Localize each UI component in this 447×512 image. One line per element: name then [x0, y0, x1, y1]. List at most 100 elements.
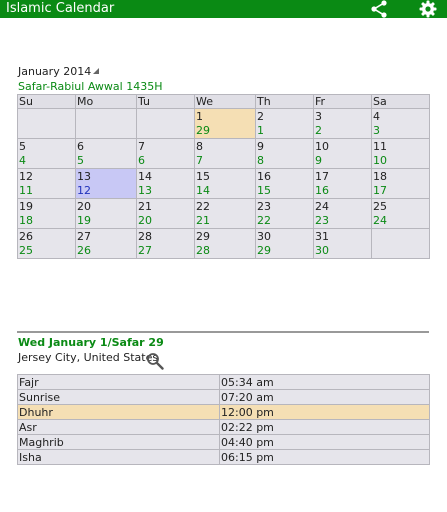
- gregorian-day: 27: [77, 230, 91, 243]
- share-icon[interactable]: [369, 0, 389, 18]
- gear-icon[interactable]: [419, 0, 437, 18]
- calendar-week-row: 12 11 13 12 14 13 15 14 16 15 17 16 18 17: [17, 168, 430, 199]
- gregorian-day: 23: [257, 200, 271, 213]
- calendar-week-row: 1 29 2 1 3 2 4 3: [17, 108, 430, 139]
- gregorian-day: 19: [19, 200, 33, 213]
- divider: [17, 331, 429, 333]
- calendar-day-cell[interactable]: 24 23: [313, 198, 372, 229]
- calendar-day-cell[interactable]: 28 27: [136, 228, 195, 259]
- hijri-day: 27: [138, 244, 152, 257]
- selected-date-label: Wed January 1/Safar 29: [18, 336, 164, 349]
- gregorian-day: 7: [138, 140, 145, 153]
- gregorian-day: 31: [315, 230, 329, 243]
- calendar-day-cell[interactable]: 23 22: [255, 198, 314, 229]
- prayer-name: Maghrib: [17, 434, 220, 450]
- calendar-day-cell[interactable]: 21: [255, 108, 314, 139]
- calendar-day-cell[interactable]: 43: [371, 108, 430, 139]
- calendar-day-cell[interactable]: 76: [136, 138, 195, 169]
- calendar-day-cell[interactable]: 98: [255, 138, 314, 169]
- calendar-day-cell[interactable]: 21 20: [136, 198, 195, 229]
- calendar-day-cell[interactable]: 16 15: [255, 168, 314, 199]
- calendar-day-cell[interactable]: 11 10: [371, 138, 430, 169]
- gregorian-day: 29: [196, 230, 210, 243]
- calendar-empty-cell: [136, 108, 195, 139]
- calendar-day-cell[interactable]: 13 12: [75, 168, 137, 199]
- weekday-header-row: Su Mo Tu We Th Fr Sa: [17, 94, 430, 109]
- dropdown-arrow-icon: [93, 68, 100, 74]
- hijri-day: 19: [77, 214, 91, 227]
- calendar-week-row: 26 25 27 26 28 27 29 28 30 29 31 30: [17, 228, 430, 259]
- calendar-day-cell[interactable]: 15 14: [194, 168, 256, 199]
- prayer-name: Dhuhr: [17, 404, 220, 420]
- hijri-day: 28: [196, 244, 210, 257]
- gregorian-day: 5: [19, 140, 26, 153]
- weekday-header: Mo: [75, 94, 137, 109]
- hijri-day: 5: [77, 154, 84, 167]
- hijri-day: 30: [315, 244, 329, 257]
- gregorian-day: 16: [257, 170, 271, 183]
- gregorian-day: 4: [373, 110, 380, 123]
- weekday-header: We: [194, 94, 256, 109]
- hijri-day: 29: [257, 244, 271, 257]
- calendar-empty-cell: [17, 108, 76, 139]
- prayer-time: 07:20 am: [219, 389, 430, 405]
- gregorian-day: 9: [257, 140, 264, 153]
- gregorian-day: 30: [257, 230, 271, 243]
- calendar-day-cell[interactable]: 87: [194, 138, 256, 169]
- prayer-name: Fajr: [17, 374, 220, 390]
- hijri-day: 23: [315, 214, 329, 227]
- hijri-day: 7: [196, 154, 203, 167]
- hijri-day: 6: [138, 154, 145, 167]
- hijri-day: 21: [196, 214, 210, 227]
- hijri-day: 22: [257, 214, 271, 227]
- calendar-day-cell[interactable]: 29 28: [194, 228, 256, 259]
- calendar-day-cell[interactable]: 65: [75, 138, 137, 169]
- prayer-time: 05:34 am: [219, 374, 430, 390]
- hijri-day: 13: [138, 184, 152, 197]
- gregorian-day: 13: [77, 170, 91, 183]
- calendar-day-cell[interactable]: 10 9: [313, 138, 372, 169]
- gregorian-day: 20: [77, 200, 91, 213]
- calendar-day-cell[interactable]: 12 11: [17, 168, 76, 199]
- calendar-day-cell[interactable]: 1 29: [194, 108, 256, 139]
- calendar-day-cell[interactable]: 32: [313, 108, 372, 139]
- calendar-day-cell[interactable]: 31 30: [313, 228, 372, 259]
- hijri-day: 29: [196, 124, 210, 137]
- weekday-header: Th: [255, 94, 314, 109]
- calendar-week-row: 5 4 6 5 7 6 8 7 9 8 10 9 11 10: [17, 138, 430, 169]
- calendar-day-cell[interactable]: 20 19: [75, 198, 137, 229]
- hijri-day: 12: [77, 184, 91, 197]
- calendar-day-cell[interactable]: 30 29: [255, 228, 314, 259]
- hijri-day: 9: [315, 154, 322, 167]
- calendar-week-row: 19 18 20 19 21 20 22 21 23 22 24 23 25 24: [17, 198, 430, 229]
- calendar-day-cell[interactable]: 27 26: [75, 228, 137, 259]
- prayer-row: Isha 06:15 pm: [17, 449, 430, 465]
- app-bar: Islamic Calendar: [0, 0, 447, 18]
- hijri-day: 18: [19, 214, 33, 227]
- gregorian-day: 25: [373, 200, 387, 213]
- calendar-day-cell[interactable]: 25 24: [371, 198, 430, 229]
- gregorian-day: 26: [19, 230, 33, 243]
- calendar-empty-cell: [75, 108, 137, 139]
- gregorian-day: 10: [315, 140, 329, 153]
- gregorian-day: 11: [373, 140, 387, 153]
- calendar-day-cell[interactable]: 26 25: [17, 228, 76, 259]
- calendar-day-cell[interactable]: 14 13: [136, 168, 195, 199]
- calendar-day-cell[interactable]: 17 16: [313, 168, 372, 199]
- calendar-day-cell[interactable]: 18 17: [371, 168, 430, 199]
- calendar-day-cell[interactable]: 19 18: [17, 198, 76, 229]
- gregorian-day: 28: [138, 230, 152, 243]
- gregorian-day: 6: [77, 140, 84, 153]
- prayer-row: Maghrib 04:40 pm: [17, 434, 430, 450]
- search-icon[interactable]: [146, 352, 164, 370]
- hijri-day: 20: [138, 214, 152, 227]
- gregorian-day: 2: [257, 110, 264, 123]
- hijri-day: 16: [315, 184, 329, 197]
- gregorian-day: 22: [196, 200, 210, 213]
- calendar-day-cell[interactable]: 22 21: [194, 198, 256, 229]
- gregorian-day: 15: [196, 170, 210, 183]
- calendar-day-cell[interactable]: 54: [17, 138, 76, 169]
- prayer-name: Sunrise: [17, 389, 220, 405]
- hijri-day: 15: [257, 184, 271, 197]
- month-selector[interactable]: January 2014: [18, 65, 100, 79]
